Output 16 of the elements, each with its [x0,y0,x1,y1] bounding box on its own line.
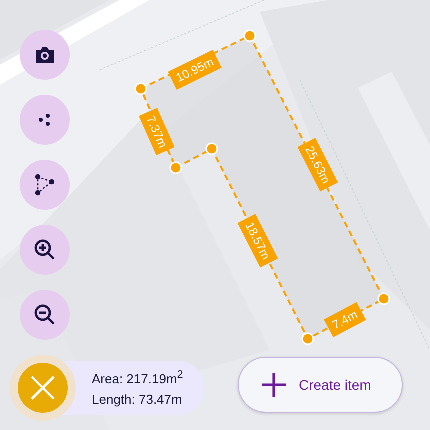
zoom-out-icon [34,304,56,326]
vertex-handle[interactable] [170,162,182,174]
vertex-handle[interactable] [134,82,148,96]
vertex-handle[interactable] [206,142,218,156]
area-text: Area: 217.19m$^{2}$ [92,368,184,386]
points-icon [38,113,52,127]
create-item-button[interactable]: Create item [238,357,403,413]
close-icon [30,375,56,401]
vertex-handle[interactable] [378,292,390,306]
length-text: Length: 73.47m [92,392,184,408]
vertex-handle[interactable] [244,30,256,42]
vertex-handle[interactable] [302,332,314,346]
plus-icon [261,372,287,398]
zoom-in-icon [34,239,56,261]
polygon-icon [34,174,56,196]
camera-icon [34,46,56,64]
